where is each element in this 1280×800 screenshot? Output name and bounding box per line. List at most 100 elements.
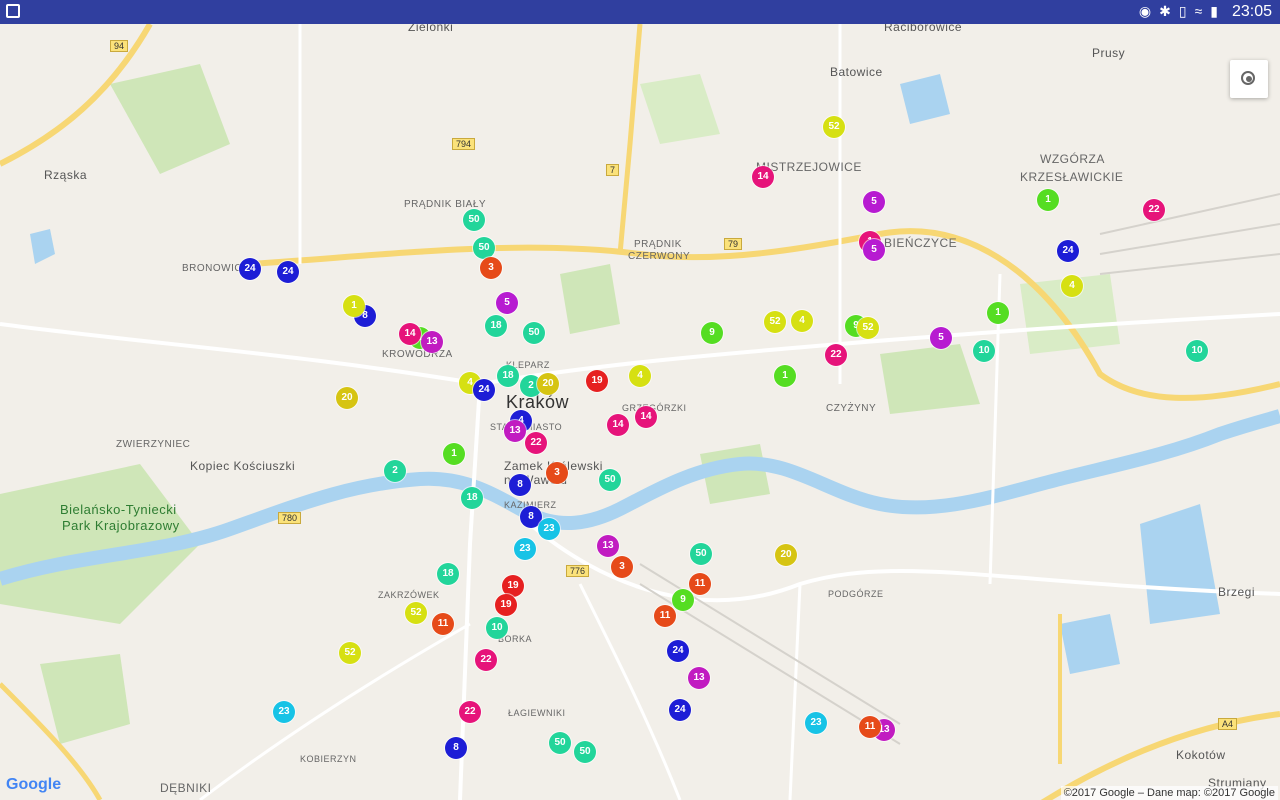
vehicle-marker[interactable]: 4 xyxy=(791,310,813,332)
vehicle-marker[interactable]: 18 xyxy=(461,487,483,509)
vehicle-marker[interactable]: 14 xyxy=(752,166,774,188)
location-icon: ◉ xyxy=(1138,3,1152,19)
vehicle-marker[interactable]: 18 xyxy=(437,563,459,585)
vehicle-marker[interactable]: 52 xyxy=(339,642,361,664)
vehicle-marker[interactable]: 13 xyxy=(597,535,619,557)
road-number: 94 xyxy=(110,40,129,52)
place-label: Raciborowice xyxy=(884,24,963,34)
vehicle-marker[interactable]: 9 xyxy=(701,322,723,344)
vehicle-marker[interactable]: 50 xyxy=(463,209,485,231)
vehicle-marker[interactable]: 11 xyxy=(654,605,676,627)
vehicle-marker[interactable]: 24 xyxy=(1057,240,1079,262)
vehicle-marker[interactable]: 14 xyxy=(635,406,657,428)
map-view[interactable]: Zielonki Raciborowice Prusy Batowice Rzą… xyxy=(0,24,1280,800)
vehicle-marker[interactable]: 24 xyxy=(667,640,689,662)
vehicle-marker[interactable]: 50 xyxy=(599,469,621,491)
vehicle-marker[interactable]: 1 xyxy=(987,302,1009,324)
place-label: Prusy xyxy=(1092,46,1126,60)
park-label: Park Krajobrazowy xyxy=(62,518,180,533)
vehicle-marker[interactable]: 3 xyxy=(611,556,633,578)
district-label: KOBIERZYN xyxy=(300,754,357,764)
vehicle-marker[interactable]: 52 xyxy=(764,311,786,333)
vehicle-marker[interactable]: 14 xyxy=(399,323,421,345)
district-label: ZWIERZYNIEC xyxy=(116,439,191,450)
vehicle-marker[interactable]: 50 xyxy=(690,543,712,565)
vehicle-marker[interactable]: 3 xyxy=(480,257,502,279)
vehicle-marker[interactable]: 5 xyxy=(863,191,885,213)
vehicle-marker[interactable]: 24 xyxy=(277,261,299,283)
vehicle-marker[interactable]: 22 xyxy=(1143,199,1165,221)
bluetooth-icon: ✱ xyxy=(1159,3,1171,19)
district-label: PRĄDNIK xyxy=(634,239,682,250)
district-label: ZAKRZÓWEK xyxy=(378,590,440,600)
vehicle-marker[interactable]: 24 xyxy=(473,379,495,401)
district-label: KRZESŁAWICKIE xyxy=(1020,170,1124,184)
my-location-button[interactable] xyxy=(1230,60,1268,98)
vehicle-marker[interactable]: 5 xyxy=(930,327,952,349)
vehicle-marker[interactable]: 19 xyxy=(495,594,517,616)
vehicle-marker[interactable]: 11 xyxy=(859,716,881,738)
vehicle-marker[interactable]: 2 xyxy=(384,460,406,482)
vehicle-marker[interactable]: 1 xyxy=(774,365,796,387)
vehicle-marker[interactable]: 23 xyxy=(273,701,295,723)
vehicle-marker[interactable]: 1 xyxy=(1037,189,1059,211)
vehicle-marker[interactable]: 18 xyxy=(485,315,507,337)
road-number: A4 xyxy=(1218,718,1238,730)
vibrate-icon: ▯ xyxy=(1178,3,1187,19)
vehicle-marker[interactable]: 11 xyxy=(432,613,454,635)
vehicle-marker[interactable]: 13 xyxy=(688,667,710,689)
district-label: WZGÓRZA xyxy=(1040,152,1105,166)
road-number: 7 xyxy=(606,164,620,176)
vehicle-marker[interactable]: 23 xyxy=(805,712,827,734)
vehicle-marker[interactable]: 52 xyxy=(823,116,845,138)
vehicle-marker[interactable]: 5 xyxy=(496,292,518,314)
vehicle-marker[interactable]: 1 xyxy=(443,443,465,465)
vehicle-marker[interactable]: 8 xyxy=(509,474,531,496)
vehicle-marker[interactable]: 10 xyxy=(973,340,995,362)
vehicle-marker[interactable]: 8 xyxy=(445,737,467,759)
vehicle-marker[interactable]: 13 xyxy=(504,420,526,442)
vehicle-marker[interactable]: 22 xyxy=(459,701,481,723)
vehicle-marker[interactable]: 4 xyxy=(1061,275,1083,297)
park-label: Bielańsko-Tyniecki xyxy=(60,502,177,517)
vehicle-marker[interactable]: 24 xyxy=(669,699,691,721)
vehicle-marker[interactable]: 19 xyxy=(586,370,608,392)
vehicle-marker[interactable]: 18 xyxy=(497,365,519,387)
place-label: Zielonki xyxy=(408,24,454,34)
vehicle-marker[interactable]: 20 xyxy=(336,387,358,409)
vehicle-marker[interactable]: 13 xyxy=(421,331,443,353)
vehicle-marker[interactable]: 1 xyxy=(343,295,365,317)
vehicle-marker[interactable]: 11 xyxy=(689,573,711,595)
vehicle-marker[interactable]: 5 xyxy=(863,239,885,261)
vehicle-marker[interactable]: 10 xyxy=(486,617,508,639)
vehicle-marker[interactable]: 50 xyxy=(523,322,545,344)
place-label: Brzegi xyxy=(1218,585,1256,599)
vehicle-marker[interactable]: 9 xyxy=(672,589,694,611)
vehicle-marker[interactable]: 23 xyxy=(538,518,560,540)
district-label: ŁAGIEWNIKI xyxy=(508,708,566,718)
vehicle-marker[interactable]: 20 xyxy=(775,544,797,566)
vehicle-marker[interactable]: 24 xyxy=(239,258,261,280)
place-label: Rząska xyxy=(44,168,88,182)
vehicle-marker[interactable]: 20 xyxy=(537,373,559,395)
vehicle-marker[interactable]: 50 xyxy=(549,732,571,754)
place-label: Kokotów xyxy=(1176,748,1226,762)
vehicle-marker[interactable]: 52 xyxy=(405,602,427,624)
vehicle-marker[interactable]: 22 xyxy=(525,432,547,454)
district-label: PODGÓRZE xyxy=(828,589,884,599)
wifi-icon: ≈ xyxy=(1194,3,1203,19)
vehicle-marker[interactable]: 10 xyxy=(1186,340,1208,362)
place-label: Batowice xyxy=(830,65,883,79)
road-number: 79 xyxy=(724,238,743,250)
vehicle-marker[interactable]: 50 xyxy=(473,237,495,259)
vehicle-marker[interactable]: 4 xyxy=(629,365,651,387)
vehicle-marker[interactable]: 50 xyxy=(574,741,596,763)
vehicle-marker[interactable]: 23 xyxy=(514,538,536,560)
vehicle-marker[interactable]: 22 xyxy=(825,344,847,366)
vehicle-marker[interactable]: 52 xyxy=(857,317,879,339)
district-label: KROWODRZA xyxy=(382,349,453,360)
vehicle-marker[interactable]: 22 xyxy=(475,649,497,671)
vehicle-marker[interactable]: 3 xyxy=(546,462,568,484)
vehicle-marker[interactable]: 14 xyxy=(607,414,629,436)
district-label: BIEŃCZYCE xyxy=(884,236,958,250)
